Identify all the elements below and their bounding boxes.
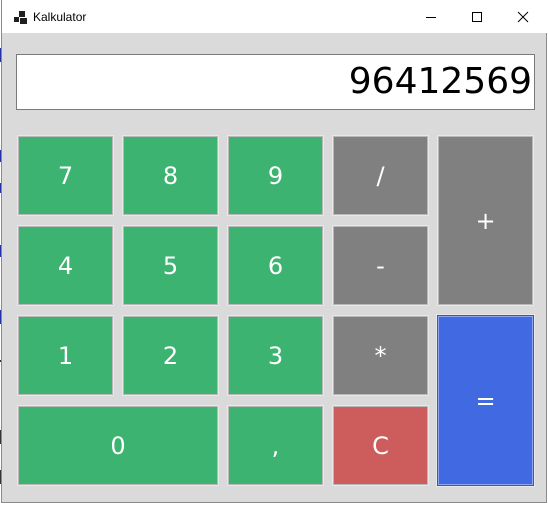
key-divide[interactable]: /: [332, 135, 429, 216]
key-2[interactable]: 2: [122, 315, 219, 396]
key-8[interactable]: 8: [122, 135, 219, 216]
key-clear[interactable]: C: [332, 405, 429, 486]
minimize-icon: [426, 16, 436, 18]
display-value: 96412569: [348, 61, 532, 102]
window-title: Kalkulator: [33, 10, 87, 24]
key-minus[interactable]: -: [332, 225, 429, 306]
title-bar[interactable]: Kalkulator: [2, 0, 547, 33]
key-equals[interactable]: =: [436, 314, 535, 487]
result-display[interactable]: 96412569: [16, 54, 535, 110]
key-plus[interactable]: +: [437, 135, 534, 306]
app-icon: [14, 10, 28, 24]
key-6[interactable]: 6: [227, 225, 324, 306]
key-0[interactable]: 0: [17, 405, 219, 486]
calculator-window: Kalkulator 96412569 7 8 9 / + 4 5 6 - 1 …: [1, 0, 547, 503]
key-multiply[interactable]: *: [332, 315, 429, 396]
maximize-icon: [472, 11, 482, 22]
key-5[interactable]: 5: [122, 225, 219, 306]
close-button[interactable]: [500, 0, 546, 33]
key-7[interactable]: 7: [17, 135, 114, 216]
close-icon: [517, 11, 529, 22]
minimize-button[interactable]: [408, 0, 454, 33]
key-1[interactable]: 1: [17, 315, 114, 396]
key-comma[interactable]: ,: [227, 405, 324, 486]
key-4[interactable]: 4: [17, 225, 114, 306]
key-3[interactable]: 3: [227, 315, 324, 396]
key-9[interactable]: 9: [227, 135, 324, 216]
maximize-button[interactable]: [454, 0, 500, 33]
